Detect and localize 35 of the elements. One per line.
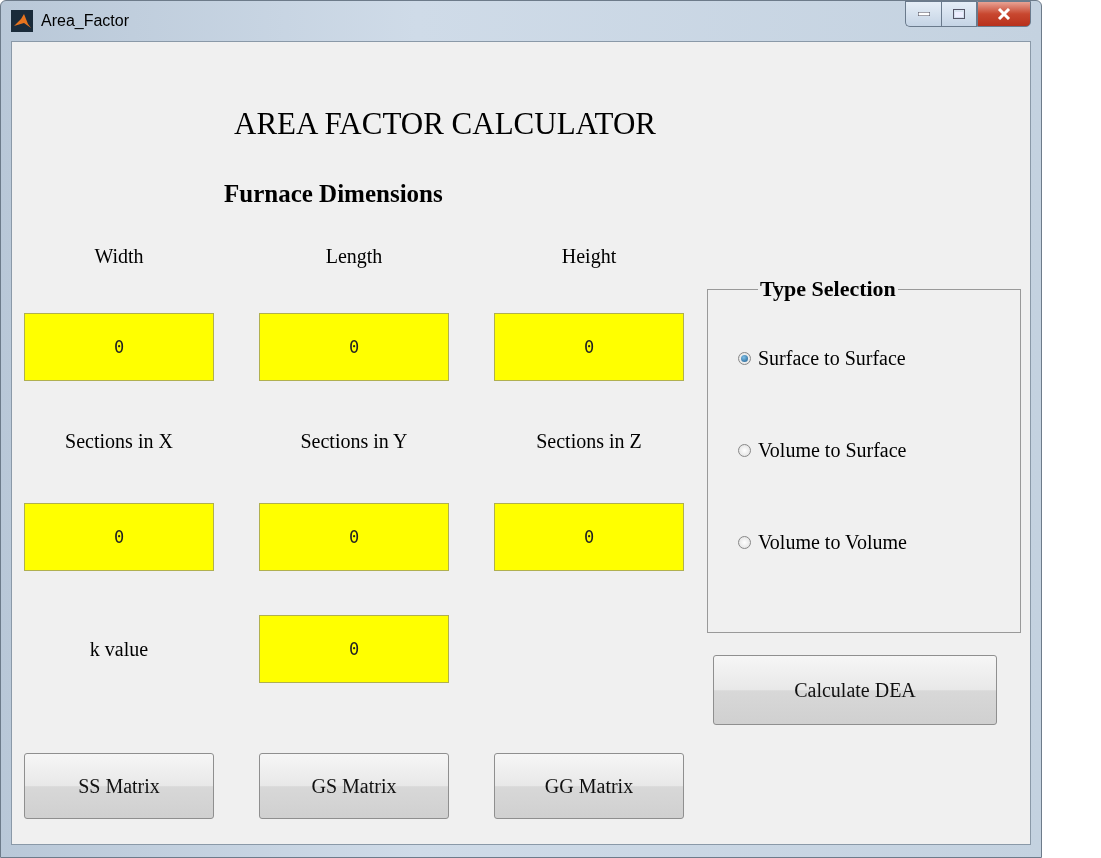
radio-label[interactable]: Surface to Surface bbox=[758, 346, 906, 370]
field-label: Width bbox=[93, 244, 145, 268]
null[interactable]: SS Matrix bbox=[24, 753, 214, 819]
field-label: Sections in X bbox=[64, 429, 174, 453]
radio-label[interactable]: Volume to Surface bbox=[758, 438, 907, 462]
radio-button[interactable] bbox=[738, 351, 751, 365]
radio-button[interactable] bbox=[738, 535, 751, 549]
input-field[interactable]: 0 bbox=[259, 313, 449, 381]
field-label: Length bbox=[324, 244, 384, 268]
input-field[interactable]: 0 bbox=[494, 503, 684, 571]
section-title: Furnace Dimensions bbox=[224, 179, 444, 209]
close-icon bbox=[997, 8, 1011, 20]
null[interactable]: GG Matrix bbox=[494, 753, 684, 819]
null[interactable]: Calculate DEA bbox=[713, 655, 997, 725]
input-field[interactable]: 0 bbox=[259, 615, 449, 683]
field-label: Sections in Y bbox=[299, 429, 409, 453]
radio-label[interactable]: Volume to Volume bbox=[758, 530, 907, 554]
window-title: Area_Factor bbox=[41, 12, 130, 30]
input-field[interactable]: 0 bbox=[24, 313, 214, 381]
app-icon bbox=[11, 10, 33, 32]
input-field[interactable]: 0 bbox=[259, 503, 449, 571]
maximize-button[interactable] bbox=[941, 1, 977, 27]
maximize-icon bbox=[953, 9, 965, 19]
field-label: Sections in Z bbox=[535, 429, 643, 453]
field-label: k value bbox=[88, 637, 150, 661]
input-field[interactable]: 0 bbox=[494, 313, 684, 381]
field-label: Height bbox=[560, 244, 618, 268]
app-heading: AREA FACTOR CALCULATOR bbox=[234, 105, 657, 143]
minimize-button[interactable] bbox=[905, 1, 941, 27]
minimize-icon bbox=[917, 12, 930, 16]
close-button[interactable] bbox=[977, 1, 1031, 27]
input-field[interactable]: 0 bbox=[24, 503, 214, 571]
panel-title: Type Selection bbox=[759, 276, 897, 302]
radio-button[interactable] bbox=[738, 443, 751, 457]
null[interactable]: GS Matrix bbox=[259, 753, 449, 819]
